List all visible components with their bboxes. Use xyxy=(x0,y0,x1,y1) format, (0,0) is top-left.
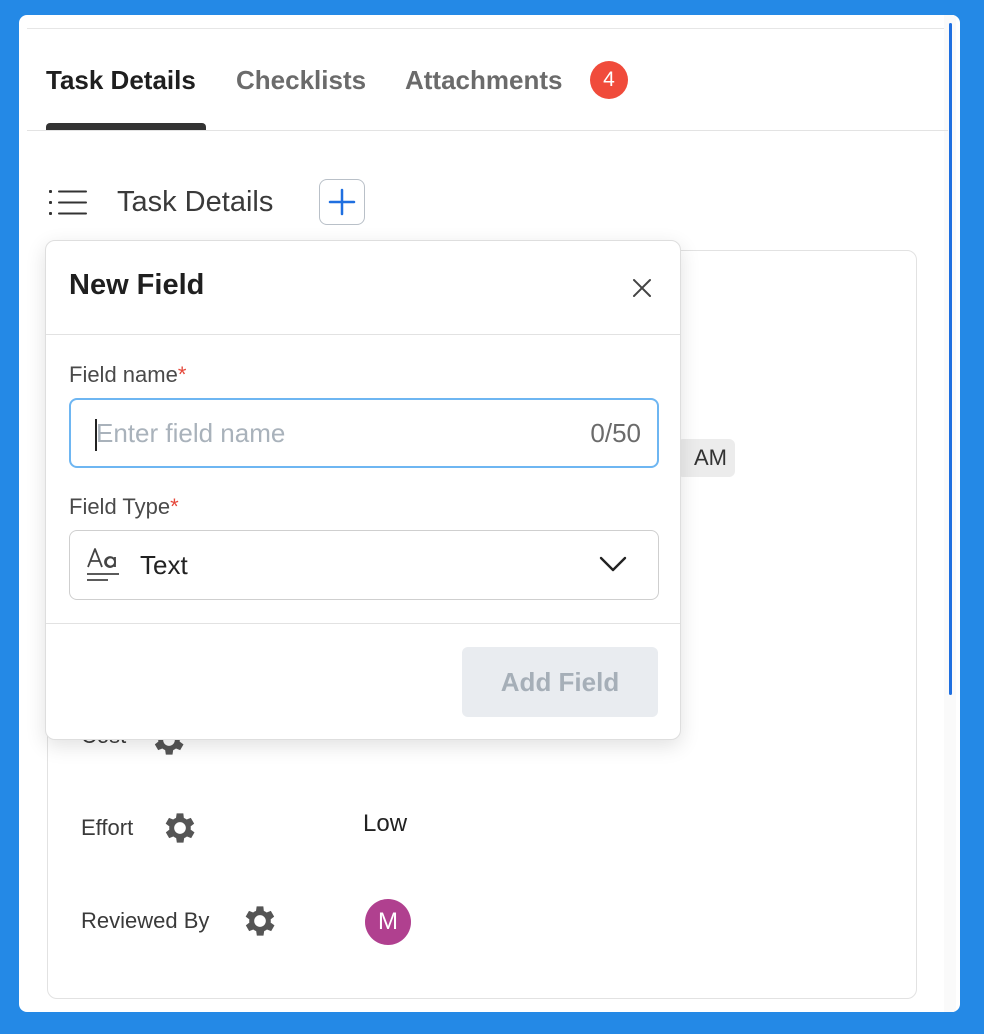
field-name-placeholder: Enter field name xyxy=(96,418,286,448)
text-format-icon xyxy=(87,548,119,581)
gear-icon[interactable] xyxy=(160,808,200,848)
field-type-label: Field Type* xyxy=(69,494,179,520)
popup-title: New Field xyxy=(69,269,205,301)
detail-label-effort: Effort xyxy=(81,815,134,840)
tab-checklists[interactable]: Checklists xyxy=(236,65,366,96)
field-name-label: Field name* xyxy=(69,362,186,388)
tabs-divider xyxy=(27,130,948,131)
attachments-count-badge: 4 xyxy=(590,61,628,99)
task-panel: Task Details Checklists Attachments 4 Ta… xyxy=(19,15,960,1012)
new-field-popup: New Field Field name* Enter field name 0… xyxy=(45,240,681,740)
popup-footer-divider xyxy=(46,623,680,624)
popup-header-divider xyxy=(46,334,680,335)
add-field-button[interactable]: Add Field xyxy=(462,647,658,717)
field-type-select[interactable]: Text xyxy=(69,530,659,600)
close-icon[interactable] xyxy=(628,274,656,302)
required-mark: * xyxy=(170,494,179,519)
avatar[interactable]: M xyxy=(365,899,411,945)
time-chip: AM xyxy=(677,439,735,477)
field-name-label-text: Field name xyxy=(69,362,178,387)
text-cursor xyxy=(95,419,97,451)
scrollbar-thumb[interactable] xyxy=(949,23,952,695)
field-type-label-text: Field Type xyxy=(69,494,171,519)
chevron-down-icon[interactable] xyxy=(598,554,628,574)
detail-value-effort[interactable]: Low xyxy=(363,810,407,838)
add-field-icon-button[interactable] xyxy=(319,179,365,225)
plus-icon xyxy=(328,188,356,216)
required-mark: * xyxy=(177,362,187,387)
top-divider xyxy=(27,28,948,29)
field-type-value: Text xyxy=(140,550,188,580)
list-icon xyxy=(49,190,87,215)
gear-icon[interactable] xyxy=(240,901,280,941)
detail-label-reviewed-by: Reviewed By xyxy=(81,908,210,933)
character-counter: 0/50 xyxy=(590,418,641,448)
field-name-input[interactable]: Enter field name 0/50 xyxy=(69,398,659,468)
tab-attachments[interactable]: Attachments xyxy=(405,65,562,96)
section-title: Task Details xyxy=(117,186,274,218)
tab-task-details[interactable]: Task Details xyxy=(46,65,196,96)
